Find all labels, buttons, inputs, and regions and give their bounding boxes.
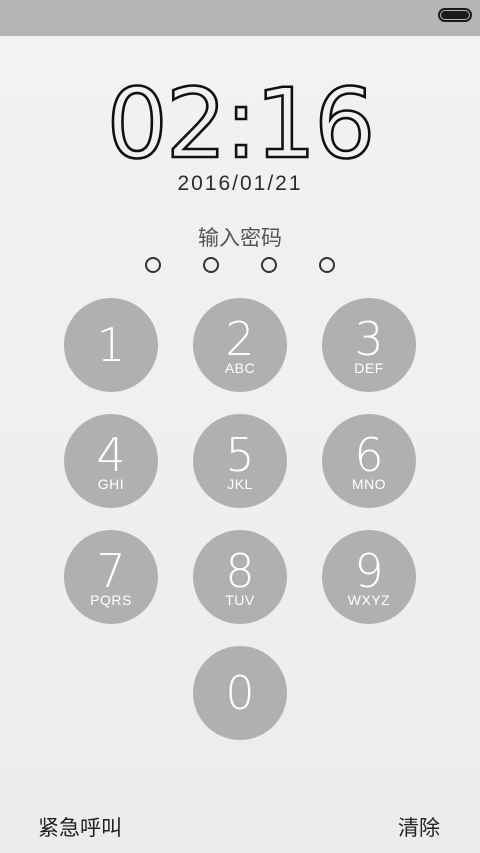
key-8-digit: 8	[225, 544, 255, 598]
passcode-dot-2	[203, 257, 219, 273]
key-0[interactable]: 0	[193, 646, 287, 740]
battery-fill	[441, 11, 469, 19]
key-3-letters: DEF	[354, 360, 384, 376]
key-8[interactable]: 8 TUV	[193, 530, 287, 624]
key-6-letters: MNO	[351, 476, 387, 492]
key-5-digit: 5	[225, 428, 255, 482]
key-5-letters: JKL	[227, 476, 253, 492]
key-9[interactable]: 9 WXYZ	[322, 530, 416, 624]
key-2-letters: ABC	[224, 360, 256, 376]
key-1[interactable]: 1	[64, 298, 158, 392]
key-6-digit: 6	[354, 428, 384, 482]
key-7-digit: 7	[96, 544, 126, 598]
key-2-digit: 2	[225, 312, 255, 366]
battery-icon	[438, 8, 472, 22]
clock-separator: :	[224, 68, 259, 180]
clear-button[interactable]: 清除	[398, 812, 440, 842]
key-4[interactable]: 4 GHI	[64, 414, 158, 508]
key-4-letters: GHI	[97, 476, 125, 492]
key-3[interactable]: 3 DEF	[322, 298, 416, 392]
key-9-letters: WXYZ	[347, 592, 391, 608]
key-2[interactable]: 2 ABC	[193, 298, 287, 392]
emergency-call-button[interactable]: 紧急呼叫	[38, 812, 122, 842]
clock-hours: 02	[105, 68, 228, 180]
key-0-digit: 0	[225, 666, 255, 720]
lock-clock: 02:16	[0, 75, 480, 174]
key-9-digit: 9	[354, 544, 384, 598]
passcode-prompt: 输入密码	[198, 226, 282, 250]
clock-minutes: 16	[254, 68, 377, 180]
passcode-dot-1	[145, 257, 161, 273]
key-7[interactable]: 7 PQRS	[64, 530, 158, 624]
key-4-digit: 4	[96, 428, 126, 482]
passcode-dot-4	[319, 257, 335, 273]
key-5[interactable]: 5 JKL	[193, 414, 287, 508]
key-8-letters: TUV	[225, 592, 255, 608]
passcode-dot-3	[261, 257, 277, 273]
key-7-letters: PQRS	[90, 592, 132, 608]
status-bar	[0, 0, 480, 36]
key-1-digit: 1	[96, 318, 126, 372]
key-3-digit: 3	[354, 312, 384, 366]
key-6[interactable]: 6 MNO	[322, 414, 416, 508]
lock-date: 2016/01/21	[177, 172, 303, 195]
